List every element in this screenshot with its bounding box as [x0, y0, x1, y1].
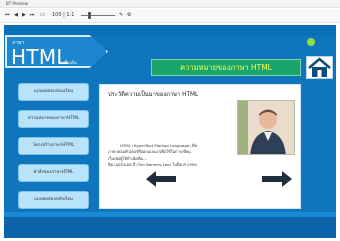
- logo-html-text: HTML: [11, 45, 68, 69]
- fit-icon[interactable]: ▭: [40, 11, 45, 19]
- settings-icon[interactable]: ⚙: [127, 11, 131, 19]
- content-heading: ประวัติความเป็นมาของภาษา HTML: [108, 92, 199, 98]
- slide-title-bar: ความหมายของภาษา HTML: [151, 59, 301, 76]
- pen-icon[interactable]: ✎: [119, 11, 123, 19]
- toolbar: ⏮ ◀ ▶ ⏭ ▭ 100 | 1:1 ✎ ⚙: [0, 9, 340, 23]
- home-icon: [308, 57, 331, 77]
- last-page-icon[interactable]: ⏭: [30, 11, 35, 19]
- content-line-4: ทิม เบอร์เนอส-ลี (Tim Berners-Lee) ในปีค…: [108, 161, 197, 167]
- slide-canvas: ภาษา HTML เบื้องต้น ความหมายของภาษา HTML…: [4, 25, 336, 238]
- menu-structure-button[interactable]: โครงสร้างภาษาHTML: [18, 137, 89, 155]
- window-titlebar: BT Preview: [0, 0, 340, 8]
- next-arrow-icon[interactable]: [262, 171, 292, 187]
- top-band: [4, 25, 336, 36]
- previous-arrow-icon[interactable]: [146, 171, 176, 187]
- zoom-slider-knob[interactable]: [88, 12, 91, 19]
- content-body: HTML (HyperText Markup Language) คือ ภาษ…: [108, 143, 228, 168]
- prev-icon[interactable]: ◀: [14, 11, 18, 19]
- zoom-slider-track[interactable]: [81, 15, 115, 16]
- status-dot-icon: [307, 38, 315, 46]
- menu-pretest-button[interactable]: แบบทดสอบก่อนเรียน: [18, 83, 89, 101]
- html-logo-badge: ภาษา HTML เบื้องต้น: [5, 35, 108, 68]
- slide-title: ความหมายของภาษา HTML: [180, 63, 272, 72]
- menu-meaning-button[interactable]: ความหมายของภาษาHTML: [18, 110, 89, 128]
- logo-sub-text: เบื้องต้น: [63, 60, 77, 65]
- zoom-label: 100 | 1:1: [52, 12, 75, 18]
- next-icon[interactable]: ▶: [22, 11, 26, 19]
- content-panel: ประวัติความเป็นมาของภาษา HTML HTML (Hype…: [99, 84, 301, 209]
- menu-posttest-button[interactable]: แบบทดสอบหลังเรียน: [18, 191, 89, 209]
- menu-commands-button[interactable]: คำสั่งของภาษาHTML: [18, 164, 89, 182]
- first-page-icon[interactable]: ⏮: [5, 11, 10, 19]
- window-title: BT Preview: [6, 1, 29, 6]
- home-button[interactable]: [306, 56, 333, 79]
- portrait-photo: [237, 100, 295, 155]
- bottom-band: [4, 217, 336, 238]
